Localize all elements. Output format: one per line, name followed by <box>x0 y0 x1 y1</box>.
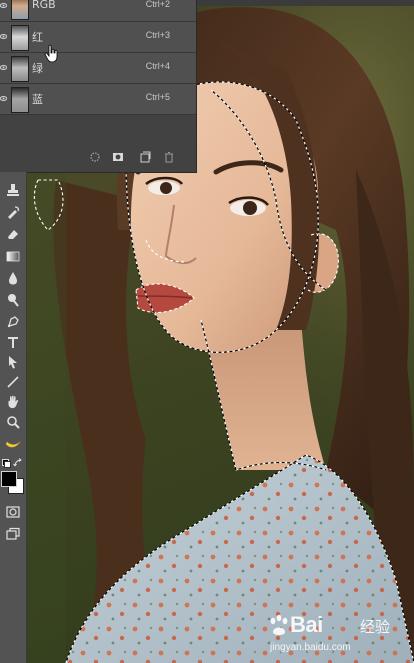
zoom-tool[interactable] <box>3 412 23 432</box>
eye-icon[interactable] <box>0 95 7 102</box>
channel-shortcut: Ctrl+5 <box>145 92 170 102</box>
swap-colors-icon[interactable] <box>13 458 23 468</box>
delete-channel-icon[interactable] <box>163 151 175 163</box>
line-tool-icon <box>7 376 19 388</box>
watermark-brand: Bai <box>290 612 323 637</box>
channel-shortcut: Ctrl+3 <box>145 30 170 40</box>
channel-thumbnail-red <box>11 25 29 51</box>
channel-shortcut: Ctrl+2 <box>145 0 170 9</box>
channel-label: 红 <box>32 31 43 44</box>
clone-stamp-tool-icon <box>7 184 19 196</box>
watermark-url: jingyan.baidu.com <box>270 642 351 653</box>
channel-shortcut: Ctrl+4 <box>145 61 170 71</box>
save-selection-as-channel-icon[interactable] <box>112 151 124 163</box>
foreground-color-swatch[interactable] <box>1 471 17 487</box>
channels-panel: RGB Ctrl+2 红 Ctrl+3 绿 Ctrl+4 蓝 Ctrl+5 <box>0 0 197 173</box>
default-colors-icon[interactable] <box>2 459 11 468</box>
history-brush-tool-icon <box>8 206 20 219</box>
baidu-jingyan-watermark: Bai 经验 jingyan.baidu.com <box>268 608 408 658</box>
eye-icon[interactable] <box>0 33 7 40</box>
channels-panel-footer <box>0 143 196 171</box>
gradient-tool-icon <box>6 251 20 262</box>
blur-tool-icon <box>9 272 17 285</box>
screen-mode-tool[interactable] <box>3 524 23 544</box>
screen-mode-icon <box>6 527 20 540</box>
hand-tool-icon <box>8 395 19 409</box>
eye-icon[interactable] <box>0 2 7 9</box>
hand-tool[interactable] <box>3 392 23 412</box>
document-tab-strip <box>196 0 414 6</box>
eye-icon[interactable] <box>0 64 7 71</box>
line-tool[interactable] <box>3 372 23 392</box>
tools-panel <box>0 172 27 663</box>
channel-row-blue[interactable]: 蓝 Ctrl+5 <box>0 84 196 115</box>
quick-mask-icon <box>6 506 20 518</box>
pointer-hand-cursor-icon <box>44 44 58 63</box>
banana-tool[interactable] <box>3 434 23 454</box>
eraser-tool[interactable] <box>3 224 23 244</box>
channel-label: RGB <box>32 0 56 11</box>
baidu-paw-icon <box>270 614 288 635</box>
history-brush-tool[interactable] <box>3 202 23 222</box>
photoshop-workspace: Bai 经验 jingyan.baidu.com RGB Ctrl+2 红 Ct… <box>0 0 414 663</box>
path-selection-tool[interactable] <box>3 352 23 372</box>
gradient-tool[interactable] <box>3 246 23 266</box>
channel-thumbnail-rgb <box>11 0 29 20</box>
eraser-tool-icon <box>8 230 18 239</box>
channel-label: 蓝 <box>32 93 43 106</box>
channel-row-rgb[interactable]: RGB Ctrl+2 <box>0 0 196 22</box>
pen-tool[interactable] <box>3 312 23 332</box>
channel-row-red[interactable]: 红 Ctrl+3 <box>0 22 196 53</box>
channel-row-green[interactable]: 绿 Ctrl+4 <box>0 53 196 84</box>
color-swatches[interactable] <box>1 469 25 495</box>
channel-label: 绿 <box>32 62 43 75</box>
path-selection-tool-icon <box>9 356 17 369</box>
channel-thumbnail-blue <box>11 87 29 113</box>
watermark-brand-cn: 经验 <box>360 618 391 636</box>
dodge-tool[interactable] <box>3 290 23 310</box>
zoom-tool-icon <box>7 416 20 429</box>
clone-stamp-tool[interactable] <box>3 180 23 200</box>
channel-thumbnail-green <box>11 56 29 82</box>
type-tool[interactable] <box>3 332 23 352</box>
pen-tool-icon <box>7 316 19 328</box>
dodge-tool-icon <box>8 294 19 307</box>
quick-mask-tool[interactable] <box>3 502 23 522</box>
load-channel-as-selection-icon[interactable] <box>89 151 101 163</box>
blur-tool[interactable] <box>3 268 23 288</box>
type-tool-icon <box>8 337 18 348</box>
banana-icon <box>5 441 21 448</box>
new-channel-icon[interactable] <box>139 151 151 163</box>
